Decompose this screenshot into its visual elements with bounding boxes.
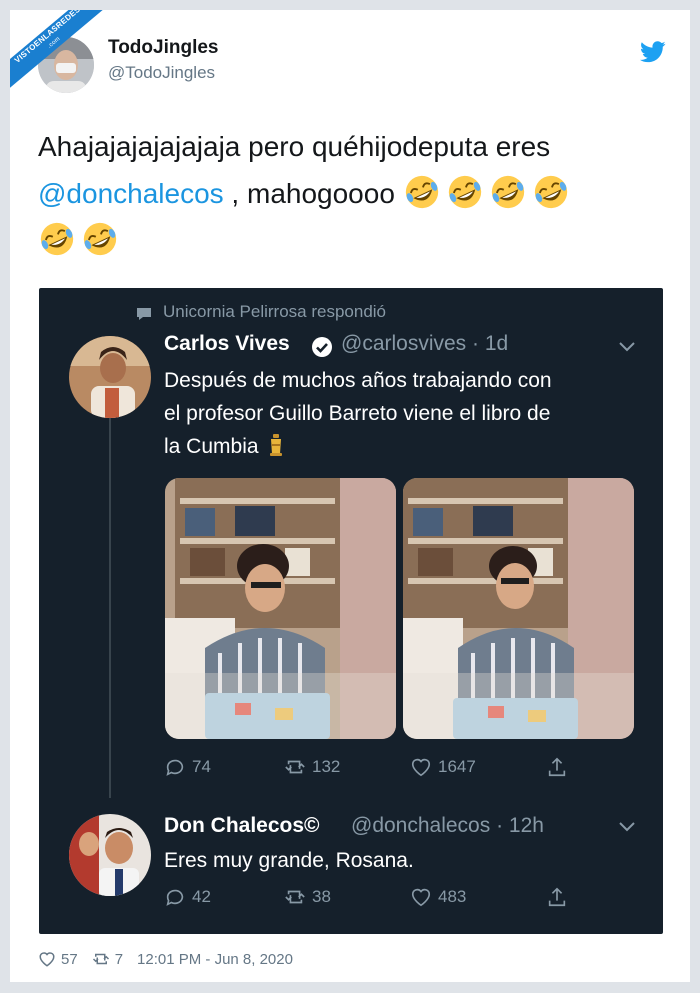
- like-button[interactable]: 1647: [410, 756, 476, 778]
- heart-icon: [39, 952, 55, 967]
- tweet-line-3: la Cumbia: [164, 435, 259, 458]
- reply-button[interactable]: 74: [164, 756, 211, 778]
- tweet-photo-1[interactable]: [165, 478, 396, 739]
- retweet-icon: [285, 890, 305, 904]
- don-chalecos-handle[interactable]: @donchalecos · 12h: [351, 814, 544, 838]
- thread-line: [109, 398, 111, 798]
- twitter-bird-icon[interactable]: [640, 41, 666, 63]
- verified-badge-icon: [312, 337, 332, 357]
- rofl-emoji-icon: [405, 175, 438, 209]
- footer-like-button[interactable]: 57: [38, 950, 78, 968]
- rofl-emoji-icon: [534, 175, 567, 209]
- chevron-down-icon[interactable]: [619, 342, 635, 352]
- footer-like-count: 57: [61, 950, 78, 968]
- chevron-down-icon[interactable]: [619, 822, 635, 832]
- like-count: 483: [438, 887, 467, 906]
- reply-icon: [166, 889, 184, 906]
- rofl-emoji-icon: [491, 175, 524, 209]
- tweet-line-2: el profesor Guillo Barreto viene el libr…: [164, 402, 551, 425]
- footer-retweet-count: 7: [114, 950, 124, 968]
- retweet-button[interactable]: 132: [284, 756, 340, 778]
- embedded-screenshot[interactable]: Unicornia Pelirrosa respondió Carlos Viv…: [39, 288, 663, 934]
- tweet-footer: 57 7 12:01 PM - Jun 8, 2020: [38, 947, 293, 971]
- don-chalecos-name[interactable]: Don Chalecos©: [164, 814, 320, 838]
- mention-link[interactable]: @donchalecos: [38, 178, 224, 209]
- tweet-card: VISTOENLASREDES .com TodoJingles @TodoJi…: [10, 10, 690, 982]
- tweet-photo-2[interactable]: [403, 478, 634, 739]
- tweet-line-1: Después de muchos años trabajando con: [164, 369, 552, 392]
- share-icon: [548, 887, 566, 907]
- heart-icon: [411, 888, 431, 907]
- funeral-urn-icon: [270, 434, 283, 456]
- tweet-actions-1: 74 132 1647: [164, 756, 584, 784]
- retweet-count: 38: [312, 887, 331, 906]
- retweet-button[interactable]: 38: [284, 886, 331, 908]
- carlos-vives-name[interactable]: Carlos Vives: [164, 332, 290, 356]
- share-button[interactable]: [546, 756, 568, 778]
- share-button[interactable]: [546, 886, 568, 908]
- like-button[interactable]: 483: [410, 886, 466, 908]
- footer-retweet-button[interactable]: 7: [92, 950, 123, 968]
- rofl-emoji-icon: [83, 222, 117, 256]
- tweet-text-part2: , mahogoooo: [223, 178, 395, 209]
- tweet-header: TodoJingles @TodoJingles: [38, 37, 668, 97]
- replied-label: Unicornia Pelirrosa respondió: [163, 302, 387, 321]
- tweet-actions-2: 42 38 483: [164, 886, 584, 914]
- retweet-count: 132: [312, 757, 341, 776]
- tweet-text: Ahajajajajajajaja pero quéhijodeputa ere…: [38, 123, 678, 264]
- author-name[interactable]: TodoJingles: [108, 37, 218, 59]
- reply-count: 42: [192, 887, 211, 906]
- don-chalecos-avatar[interactable]: [69, 814, 151, 896]
- retweet-icon: [285, 760, 305, 774]
- share-icon: [548, 757, 566, 777]
- speech-bubble-icon: [137, 308, 151, 320]
- author-handle[interactable]: @TodoJingles: [108, 63, 215, 83]
- heart-icon: [411, 758, 431, 777]
- like-count: 1647: [438, 757, 476, 776]
- rofl-emoji-icon: [40, 222, 74, 256]
- reply-count: 74: [192, 757, 211, 776]
- rofl-emoji-icon: [448, 175, 481, 209]
- carlos-vives-avatar[interactable]: [69, 336, 151, 418]
- reply-icon: [166, 759, 184, 776]
- tweet-timestamp[interactable]: 12:01 PM - Jun 8, 2020: [137, 951, 293, 968]
- retweet-icon: [92, 953, 109, 965]
- don-chalecos-text: Eres muy grande, Rosana.: [164, 849, 414, 872]
- carlos-vives-text: Después de muchos años trabajando con el…: [164, 364, 644, 463]
- carlos-vives-handle[interactable]: @carlosvives · 1d: [341, 332, 508, 356]
- reply-button[interactable]: 42: [164, 886, 211, 908]
- tweet-text-part1: Ahajajajajajajaja pero quéhijodeputa ere…: [38, 131, 551, 162]
